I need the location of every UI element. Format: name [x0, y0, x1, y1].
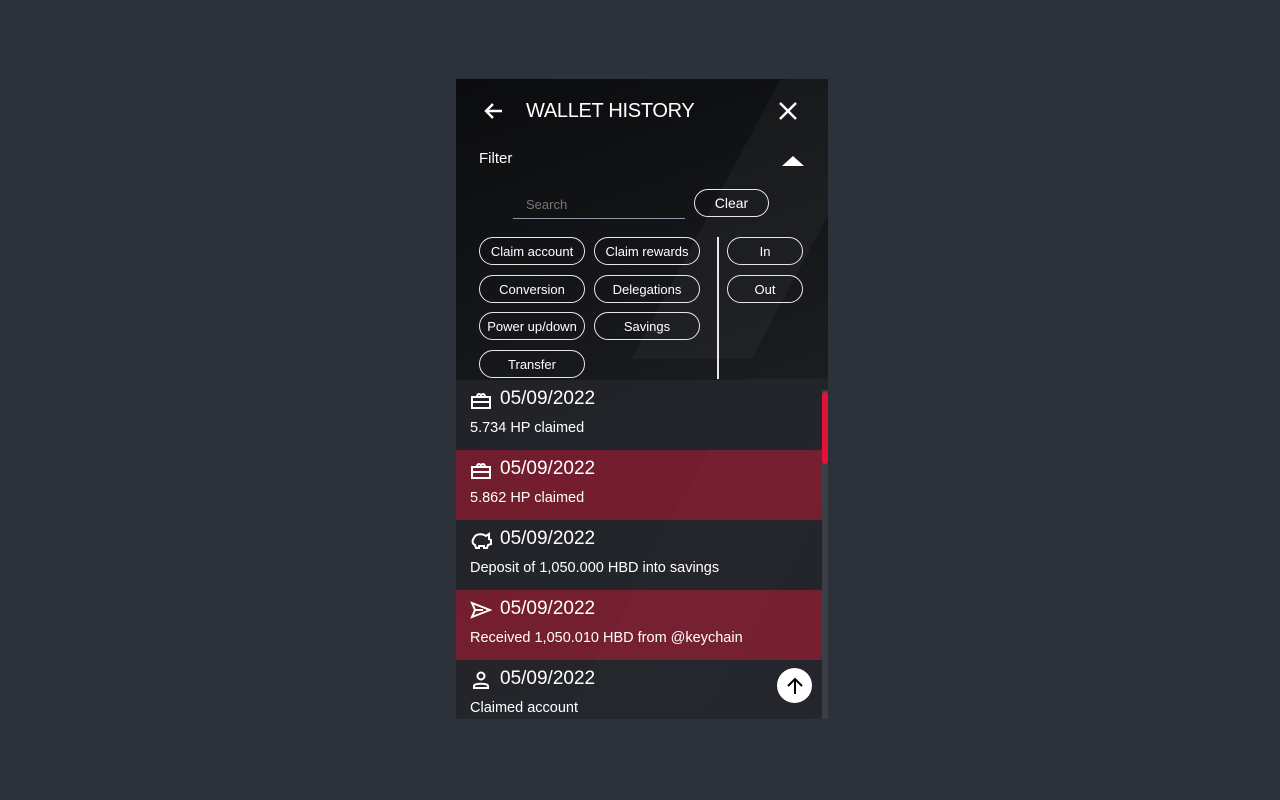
page-title: WALLET HISTORY: [526, 100, 695, 122]
gift-icon: [471, 393, 491, 409]
close-button[interactable]: [777, 100, 799, 122]
arrow-left-icon: [484, 103, 502, 119]
filter-chip-delegations[interactable]: Delegations: [594, 275, 700, 303]
gift-icon: [471, 463, 491, 479]
filter-chip-savings[interactable]: Savings: [594, 312, 700, 340]
transaction-list: 05/09/2022 5.734 HP claimed 05/09/2022 5…: [456, 380, 828, 719]
transaction-date: 05/09/2022: [500, 528, 596, 549]
filter-chip-power-up-down[interactable]: Power up/down: [479, 312, 585, 340]
wallet-history-panel: WALLET HISTORY Filter Clear Claim accoun…: [456, 79, 828, 719]
piggy-bank-icon: [471, 532, 492, 549]
back-button[interactable]: [482, 99, 506, 123]
filter-chip-claim-rewards[interactable]: Claim rewards: [594, 237, 700, 265]
transaction-date: 05/09/2022: [500, 458, 596, 479]
close-icon: [779, 102, 797, 120]
transaction-description: Deposit of 1,050.000 HBD into savings: [470, 560, 720, 576]
user-icon: [473, 671, 489, 689]
transaction-row[interactable]: 05/09/2022 Claimed account: [456, 660, 822, 719]
triangle-up-icon: [782, 156, 804, 166]
transaction-row[interactable]: 05/09/2022 Deposit of 1,050.000 HBD into…: [456, 520, 822, 590]
transaction-row[interactable]: 05/09/2022 Received 1,050.010 HBD from @…: [456, 590, 822, 660]
transaction-description: 5.862 HP claimed: [470, 490, 585, 506]
filter-chip-claim-account[interactable]: Claim account: [479, 237, 585, 265]
filter-divider: [717, 237, 719, 379]
clear-button[interactable]: Clear: [694, 189, 769, 217]
transaction-date: 05/09/2022: [500, 668, 596, 689]
filter-chip-conversion[interactable]: Conversion: [479, 275, 585, 303]
transaction-date: 05/09/2022: [500, 388, 596, 409]
arrow-up-icon: [786, 677, 803, 694]
transaction-description: Received 1,050.010 HBD from @keychain: [470, 630, 743, 646]
scrollbar-thumb[interactable]: [822, 392, 828, 464]
filter-toggle[interactable]: [782, 154, 804, 166]
filter-chip-transfer[interactable]: Transfer: [479, 350, 585, 378]
search-input[interactable]: [513, 191, 685, 219]
filter-chip-in[interactable]: In: [727, 237, 803, 265]
transaction-row[interactable]: 05/09/2022 5.862 HP claimed: [456, 450, 822, 520]
transaction-description: Claimed account: [470, 700, 578, 716]
transaction-date: 05/09/2022: [500, 598, 596, 619]
transaction-description: 5.734 HP claimed: [470, 420, 585, 436]
transaction-row[interactable]: 05/09/2022 5.734 HP claimed: [456, 380, 822, 450]
scrollbar-track[interactable]: [822, 390, 828, 719]
filter-label: Filter: [479, 150, 513, 167]
send-icon: [470, 601, 492, 619]
filter-chip-out[interactable]: Out: [727, 275, 803, 303]
scroll-to-top-button[interactable]: [777, 668, 812, 703]
